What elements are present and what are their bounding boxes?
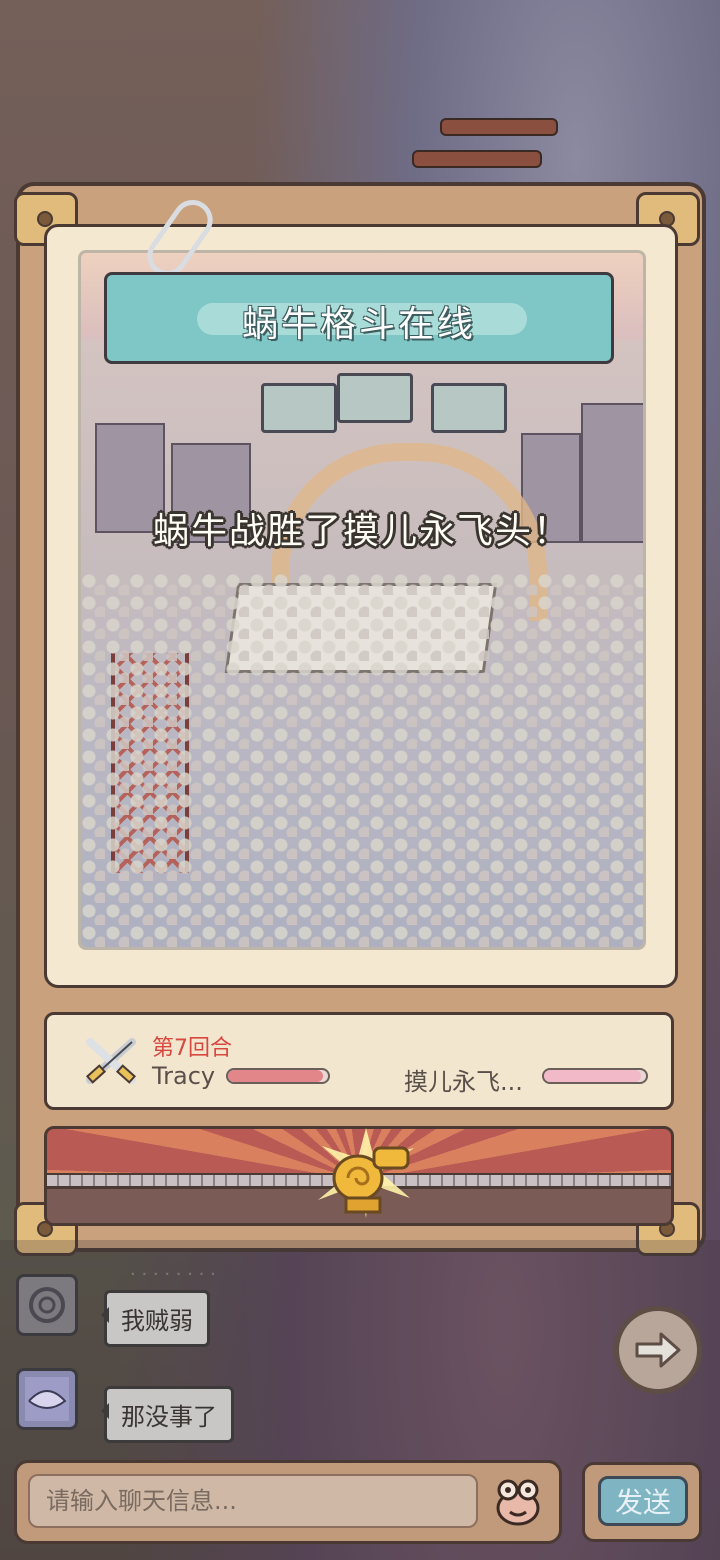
round-label: 第7回合 bbox=[152, 1036, 232, 1061]
chat-message: 我贼弱 bbox=[101, 1290, 210, 1347]
next-button[interactable] bbox=[614, 1306, 702, 1394]
player1-name: Tracy bbox=[152, 1062, 216, 1090]
player2-hp-bar bbox=[542, 1068, 648, 1084]
send-button[interactable]: 发送 bbox=[598, 1476, 688, 1526]
crowd bbox=[81, 573, 643, 947]
chat-avatar[interactable] bbox=[16, 1368, 78, 1430]
player1-hp-bar bbox=[226, 1068, 330, 1084]
player1-hp-fill bbox=[228, 1070, 323, 1082]
page-title: 蜗牛格斗在线 bbox=[241, 304, 476, 345]
title-banner: 蜗牛格斗在线 bbox=[104, 272, 614, 364]
chat-message-text: 我贼弱 bbox=[121, 1307, 193, 1335]
arena-screen bbox=[261, 383, 337, 433]
player2-name: 摸儿永飞... bbox=[404, 1068, 523, 1096]
crossed-swords-icon bbox=[85, 1038, 137, 1084]
chat-message: 那没事了 bbox=[101, 1386, 234, 1443]
chat-message-text: 那没事了 bbox=[121, 1403, 217, 1431]
golden-snail-trophy-icon bbox=[318, 1128, 414, 1218]
frog-emoji-icon[interactable] bbox=[494, 1476, 542, 1526]
player2-hp-fill bbox=[544, 1070, 641, 1082]
chat-input[interactable] bbox=[28, 1474, 478, 1528]
snail-avatar-icon bbox=[29, 1287, 65, 1323]
arena-screen bbox=[431, 383, 507, 433]
arena-screen bbox=[337, 373, 413, 423]
background-pipe bbox=[440, 118, 558, 136]
character-avatar-icon bbox=[25, 1377, 69, 1421]
background-pipe bbox=[412, 150, 542, 168]
arrow-right-icon bbox=[635, 1332, 681, 1368]
faded-chat-name: · · · · · · · · bbox=[130, 1264, 216, 1285]
chat-avatar[interactable] bbox=[16, 1274, 78, 1336]
battle-result-message: 蜗牛战胜了摸儿永飞头！ bbox=[152, 511, 571, 552]
